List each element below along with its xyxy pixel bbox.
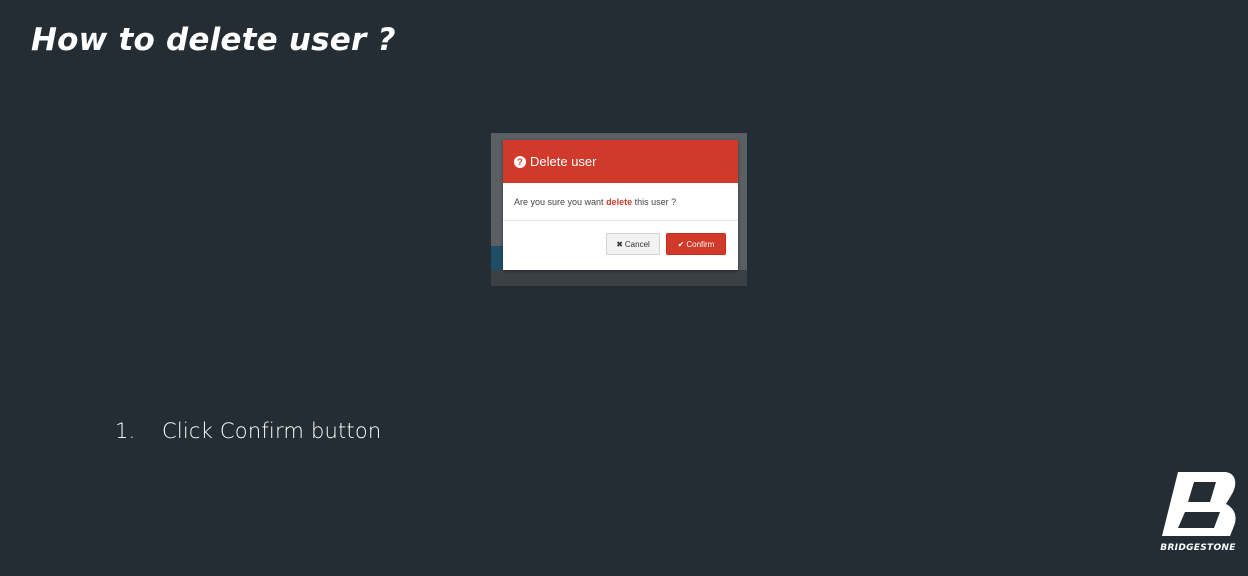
dialog-header: ? Delete user × <box>503 140 738 183</box>
logo-wordmark: BRIDGESTONE <box>1160 543 1236 553</box>
delete-user-dialog: ? Delete user × Are you sure you want de… <box>503 140 738 270</box>
background-strip <box>491 246 503 270</box>
close-icon[interactable]: × <box>720 153 728 166</box>
dialog-message: Are you sure you want delete this user ? <box>503 183 738 221</box>
slide-title: How to delete user ? <box>31 22 396 58</box>
confirm-button[interactable]: ✔ Confirm <box>666 233 726 255</box>
cancel-label: Cancel <box>624 239 650 249</box>
step-number: 1. <box>115 419 136 443</box>
background-footer <box>491 270 747 286</box>
check-icon: ✔ <box>677 239 685 249</box>
times-icon: ✖ <box>616 239 623 249</box>
confirm-label: Confirm <box>686 239 715 249</box>
message-emphasis: delete <box>606 197 633 207</box>
cancel-button[interactable]: ✖ Cancel <box>606 233 660 255</box>
message-prefix: Are you sure you want <box>514 197 607 207</box>
instruction-step: 1. Click Confirm button <box>115 419 381 443</box>
message-suffix: this user ? <box>632 197 677 207</box>
question-icon: ? <box>514 155 526 168</box>
step-text: Click Confirm button <box>162 419 382 443</box>
dialog-footer: ✖ Cancel ✔ Confirm <box>503 221 738 269</box>
dialog-screenshot: ? Delete user × Are you sure you want de… <box>491 133 747 286</box>
dialog-title: Delete user <box>530 154 597 169</box>
